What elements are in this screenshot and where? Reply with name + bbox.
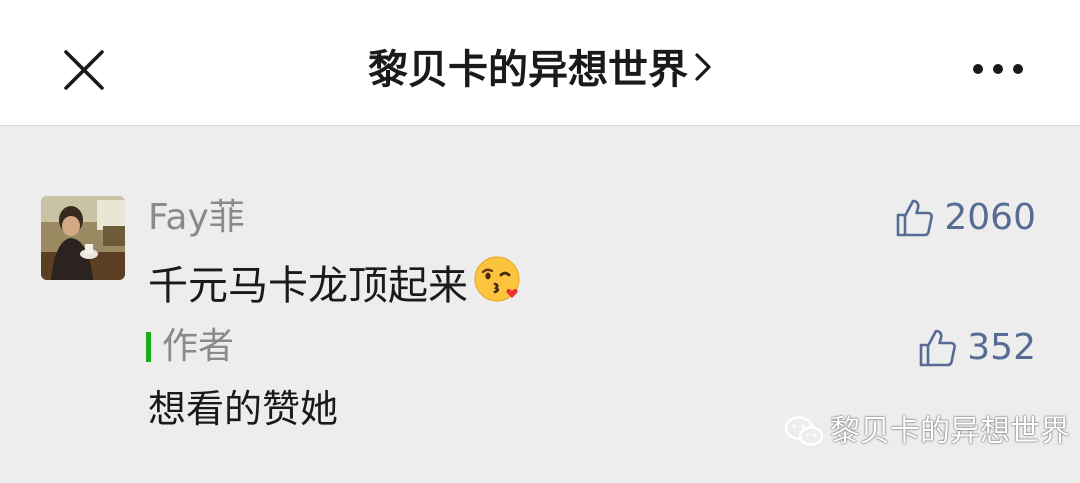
like-count: 2060 <box>944 197 1036 238</box>
reply-text: 想看的赞她 <box>148 387 339 431</box>
page-title-text: 黎贝卡的异想世界 <box>368 47 688 93</box>
kissing-face-with-heart-emoji <box>472 254 522 318</box>
comment-like-button[interactable]: 2060 <box>894 196 1036 240</box>
reply-like-button[interactable]: 352 <box>917 326 1036 370</box>
comment-username[interactable]: Fay菲 <box>148 196 245 240</box>
more-button[interactable] <box>968 54 1028 84</box>
avatar[interactable] <box>41 196 125 280</box>
thumbs-up-icon <box>919 329 957 367</box>
reply-author-label: 作者 <box>162 326 235 367</box>
comment-text: 千元马卡龙顶起来 <box>148 254 522 318</box>
more-icon <box>973 64 1023 74</box>
watermark-text: 黎贝卡的异想世界 <box>830 414 1070 449</box>
like-count: 352 <box>967 327 1036 368</box>
comment-text-content: 千元马卡龙顶起来 <box>148 263 468 309</box>
author-reply-bar <box>146 332 151 362</box>
watermark: 黎贝卡的异想世界 <box>784 412 1070 452</box>
page-title[interactable]: 黎贝卡的异想世界 <box>0 42 1080 98</box>
wechat-icon <box>784 416 824 446</box>
thumbs-up-icon <box>897 199 934 237</box>
chevron-right-icon <box>694 41 712 97</box>
navigation-bar: 黎贝卡的异想世界 <box>0 0 1080 126</box>
